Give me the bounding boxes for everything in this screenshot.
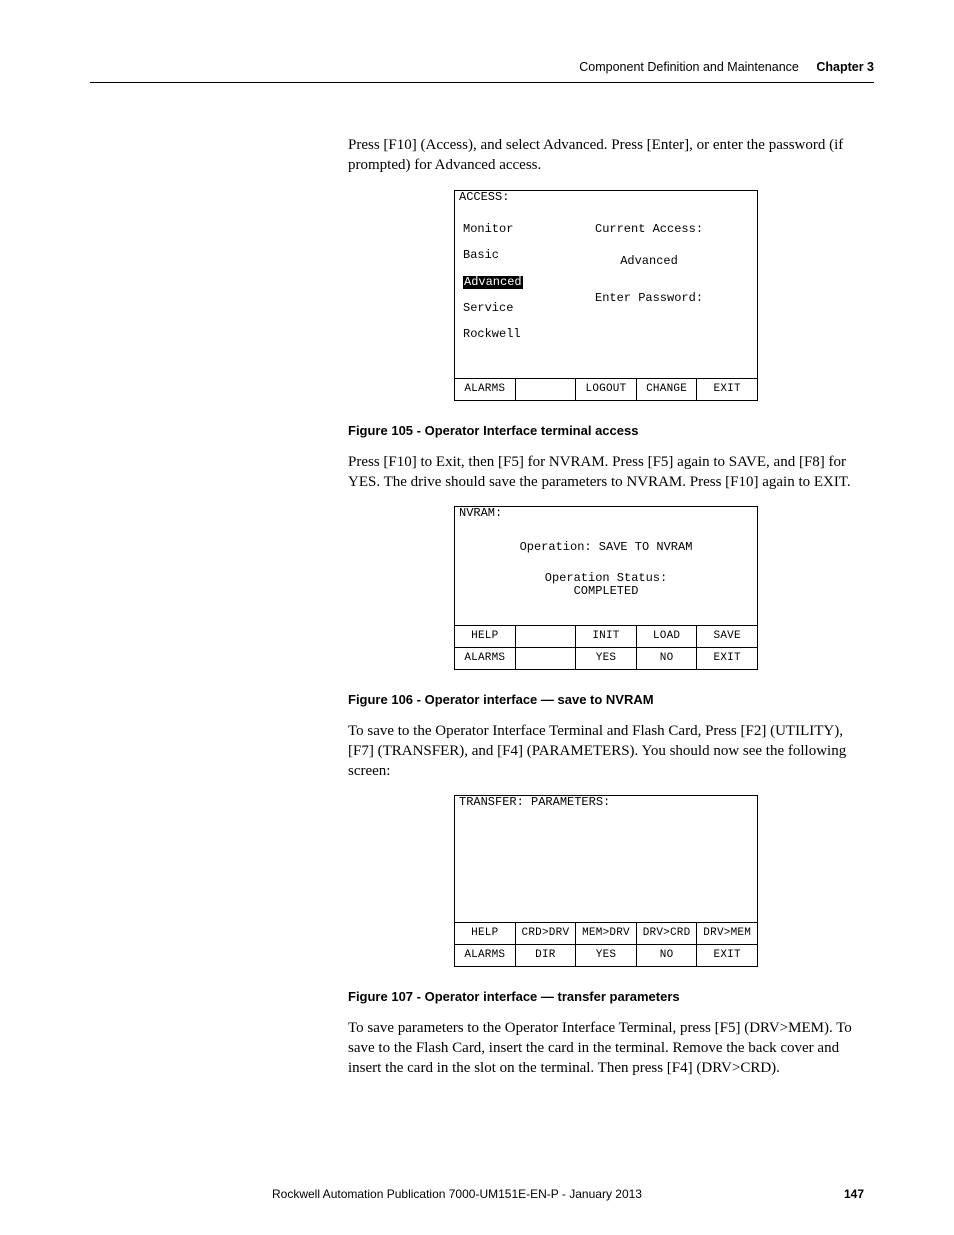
softkey-help[interactable]: HELP <box>455 923 515 944</box>
operation-line: Operation: SAVE TO NVRAM <box>463 541 749 554</box>
softkey-mem-drv[interactable]: MEM>DRV <box>575 923 636 944</box>
softkey-init[interactable]: INIT <box>575 626 636 647</box>
softkey-exit[interactable]: EXIT <box>696 648 757 669</box>
softkeys: ALARMS LOGOUT CHANGE EXIT <box>455 378 757 400</box>
softkey-crd-drv[interactable]: CRD>DRV <box>515 923 576 944</box>
softkey-load[interactable]: LOAD <box>636 626 697 647</box>
current-access-value: Advanced <box>595 255 703 268</box>
terminal-screen-access: ACCESS: Monitor Basic Advanced Service R… <box>454 190 758 401</box>
figure-caption: Figure 107 - Operator interface — transf… <box>348 989 864 1004</box>
screen-title: ACCESS: <box>455 191 757 204</box>
page-footer: Rockwell Automation Publication 7000-UM1… <box>90 1187 864 1201</box>
softkey-drv-crd[interactable]: DRV>CRD <box>636 923 697 944</box>
body-paragraph: To save to the Operator Interface Termin… <box>348 721 864 782</box>
softkey-no[interactable]: NO <box>636 945 697 966</box>
softkey-alarms[interactable]: ALARMS <box>455 379 515 400</box>
chapter-label: Chapter 3 <box>816 60 874 74</box>
current-access-label: Current Access: <box>595 223 703 236</box>
softkey-yes[interactable]: YES <box>575 945 636 966</box>
softkey-exit[interactable]: EXIT <box>696 945 757 966</box>
softkey-blank <box>515 626 576 647</box>
figure-caption: Figure 105 - Operator Interface terminal… <box>348 423 864 438</box>
publication-id: Rockwell Automation Publication 7000-UM1… <box>90 1187 824 1201</box>
softkey-alarms[interactable]: ALARMS <box>455 945 515 966</box>
enter-password-label: Enter Password: <box>595 292 703 305</box>
access-status: Current Access: Advanced Enter Password: <box>595 210 703 332</box>
softkeys: HELP CRD>DRV MEM>DRV DRV>CRD DRV>MEM ALA… <box>455 922 757 966</box>
screen-title: TRANSFER: PARAMETERS: <box>455 796 757 809</box>
section-title: Component Definition and Maintenance <box>579 60 799 74</box>
page-number: 147 <box>824 1187 864 1201</box>
header-rule <box>90 82 874 83</box>
operation-status-value: COMPLETED <box>463 585 749 598</box>
body-paragraph: Press [F10] (Access), and select Advance… <box>348 135 864 176</box>
softkey-exit[interactable]: EXIT <box>696 379 757 400</box>
screen-title: NVRAM: <box>455 507 757 520</box>
softkey-dir[interactable]: DIR <box>515 945 576 966</box>
softkey-drv-mem[interactable]: DRV>MEM <box>696 923 757 944</box>
softkey-no[interactable]: NO <box>636 648 697 669</box>
softkey-alarms[interactable]: ALARMS <box>455 648 515 669</box>
softkey-logout[interactable]: LOGOUT <box>575 379 636 400</box>
softkey-change[interactable]: CHANGE <box>636 379 697 400</box>
terminal-screen-transfer: TRANSFER: PARAMETERS: HELP CRD>DRV MEM>D… <box>454 795 758 966</box>
softkey-blank <box>515 648 576 669</box>
softkey-save[interactable]: SAVE <box>696 626 757 647</box>
terminal-screen-nvram: NVRAM: Operation: SAVE TO NVRAM Operatio… <box>454 506 758 669</box>
body-paragraph: Press [F10] to Exit, then [F5] for NVRAM… <box>348 452 864 493</box>
running-head: Component Definition and Maintenance Cha… <box>90 60 874 82</box>
softkey-yes[interactable]: YES <box>575 648 636 669</box>
figure-caption: Figure 106 - Operator interface — save t… <box>348 692 864 707</box>
softkey-blank <box>515 379 576 400</box>
softkey-help[interactable]: HELP <box>455 626 515 647</box>
softkeys: HELP INIT LOAD SAVE ALARMS YES NO EXIT <box>455 625 757 669</box>
body-paragraph: To save parameters to the Operator Inter… <box>348 1018 864 1079</box>
